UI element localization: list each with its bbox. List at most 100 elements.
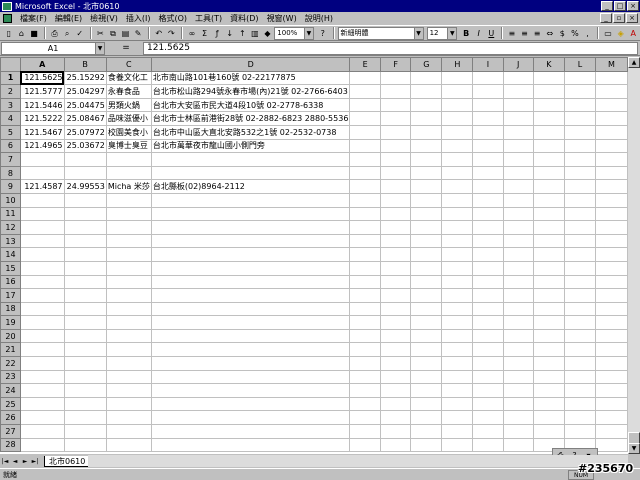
cell-L8[interactable] bbox=[564, 165, 597, 181]
comma-icon[interactable]: , bbox=[582, 27, 594, 40]
cell-K26[interactable] bbox=[532, 410, 566, 426]
cell-G6[interactable] bbox=[410, 138, 443, 154]
cell-B26[interactable] bbox=[63, 410, 107, 426]
cell-D3[interactable]: 台北市大安區市民大道4段10號 02-2778-6338 bbox=[150, 97, 351, 113]
paste-icon[interactable]: ▤ bbox=[120, 27, 132, 40]
cell-F9[interactable] bbox=[379, 179, 412, 194]
cell-H10[interactable] bbox=[441, 192, 474, 208]
cell-C18[interactable] bbox=[105, 301, 152, 317]
cell-E2[interactable] bbox=[349, 84, 381, 99]
cell-A24[interactable] bbox=[19, 383, 65, 398]
column-header[interactable]: J bbox=[502, 57, 534, 72]
cell-M15[interactable] bbox=[595, 260, 628, 276]
cell-E11[interactable] bbox=[349, 206, 381, 222]
cell-F23[interactable] bbox=[379, 369, 412, 385]
cell-I16[interactable] bbox=[472, 274, 504, 290]
cell-K5[interactable] bbox=[532, 124, 566, 140]
cell-G28[interactable] bbox=[410, 437, 443, 453]
row-header[interactable]: 12 bbox=[0, 220, 21, 235]
cell-M1[interactable] bbox=[595, 70, 628, 86]
cell-E20[interactable] bbox=[349, 328, 381, 344]
cell-A14[interactable] bbox=[19, 247, 65, 262]
cell-A11[interactable] bbox=[19, 206, 65, 222]
doc-minimize-button[interactable]: _ bbox=[600, 13, 612, 23]
cell-F8[interactable] bbox=[379, 165, 412, 181]
cell-A19[interactable] bbox=[19, 315, 65, 330]
cell-L6[interactable] bbox=[564, 138, 597, 154]
cell-L2[interactable] bbox=[564, 84, 597, 99]
cell-K1[interactable] bbox=[532, 70, 566, 86]
cell-D25[interactable] bbox=[150, 396, 351, 412]
cell-E14[interactable] bbox=[349, 247, 381, 262]
cell-I28[interactable] bbox=[472, 437, 504, 453]
cell-F15[interactable] bbox=[379, 260, 412, 276]
row-header[interactable]: 13 bbox=[0, 233, 21, 249]
cell-I1[interactable] bbox=[472, 70, 504, 86]
cell-E5[interactable] bbox=[349, 124, 381, 140]
cell-H8[interactable] bbox=[441, 165, 474, 181]
equals-icon[interactable]: = bbox=[109, 43, 143, 53]
menu-view[interactable]: 檢視(V) bbox=[86, 13, 122, 24]
cell-H22[interactable] bbox=[441, 356, 474, 371]
cell-J23[interactable] bbox=[502, 369, 534, 385]
cell-I18[interactable] bbox=[472, 301, 504, 317]
borders-icon[interactable]: ▭ bbox=[602, 27, 614, 40]
next-sheet-icon[interactable]: ► bbox=[20, 456, 30, 467]
cell-H4[interactable] bbox=[441, 111, 474, 126]
cell-L18[interactable] bbox=[564, 301, 597, 317]
cell-G21[interactable] bbox=[410, 342, 443, 358]
cell-F20[interactable] bbox=[379, 328, 412, 344]
row-header[interactable]: 15 bbox=[0, 260, 21, 276]
column-header[interactable]: H bbox=[441, 57, 474, 72]
cell-B24[interactable] bbox=[63, 383, 107, 398]
row-header[interactable]: 21 bbox=[0, 342, 21, 358]
cell-L23[interactable] bbox=[564, 369, 597, 385]
cell-J25[interactable] bbox=[502, 396, 534, 412]
align-right-icon[interactable]: ≡ bbox=[531, 27, 543, 40]
row-header[interactable]: 28 bbox=[0, 437, 21, 453]
minimize-button[interactable]: _ bbox=[601, 1, 613, 11]
cell-D16[interactable] bbox=[150, 274, 351, 290]
cell-C9[interactable]: Micha 米莎 bbox=[105, 179, 152, 194]
cell-L7[interactable] bbox=[564, 152, 597, 167]
cell-A23[interactable] bbox=[19, 369, 65, 385]
cell-E28[interactable] bbox=[349, 437, 381, 453]
row-header[interactable]: 4 bbox=[0, 111, 21, 126]
cell-M10[interactable] bbox=[595, 192, 628, 208]
cell-G11[interactable] bbox=[410, 206, 443, 222]
cell-M14[interactable] bbox=[595, 247, 628, 262]
cell-J24[interactable] bbox=[502, 383, 534, 398]
name-box[interactable]: A1 ▼ bbox=[1, 41, 105, 55]
cell-G19[interactable] bbox=[410, 315, 443, 330]
cell-I3[interactable] bbox=[472, 97, 504, 113]
font-name-select[interactable]: 新細明體 ▼ bbox=[337, 26, 424, 40]
cell-C28[interactable] bbox=[105, 437, 152, 453]
row-header[interactable]: 23 bbox=[0, 369, 21, 385]
cell-K15[interactable] bbox=[532, 260, 566, 276]
cell-E8[interactable] bbox=[349, 165, 381, 181]
cell-C22[interactable] bbox=[105, 356, 152, 371]
cell-C10[interactable] bbox=[105, 192, 152, 208]
cell-A9[interactable]: 121.4587 bbox=[19, 179, 65, 194]
cell-J17[interactable] bbox=[502, 288, 534, 303]
cell-A3[interactable]: 121.5446 bbox=[19, 97, 65, 113]
cell-L9[interactable] bbox=[564, 179, 597, 194]
cell-C1[interactable]: 食養文化工 bbox=[105, 70, 152, 86]
cell-J13[interactable] bbox=[502, 233, 534, 249]
cell-K24[interactable] bbox=[532, 383, 566, 398]
cut-icon[interactable]: ✂ bbox=[95, 27, 107, 40]
cell-E25[interactable] bbox=[349, 396, 381, 412]
cell-K12[interactable] bbox=[532, 220, 566, 235]
cell-D18[interactable] bbox=[150, 301, 351, 317]
chart-wizard-icon[interactable]: ▥ bbox=[249, 27, 261, 40]
cell-D28[interactable] bbox=[150, 437, 351, 453]
cell-F14[interactable] bbox=[379, 247, 412, 262]
cell-H14[interactable] bbox=[441, 247, 474, 262]
cell-B10[interactable] bbox=[63, 192, 107, 208]
menu-window[interactable]: 視窗(W) bbox=[263, 13, 301, 24]
cell-G15[interactable] bbox=[410, 260, 443, 276]
cell-M21[interactable] bbox=[595, 342, 628, 358]
cell-L21[interactable] bbox=[564, 342, 597, 358]
cell-C2[interactable]: 永春食品 bbox=[105, 84, 152, 99]
row-header[interactable]: 5 bbox=[0, 124, 21, 140]
